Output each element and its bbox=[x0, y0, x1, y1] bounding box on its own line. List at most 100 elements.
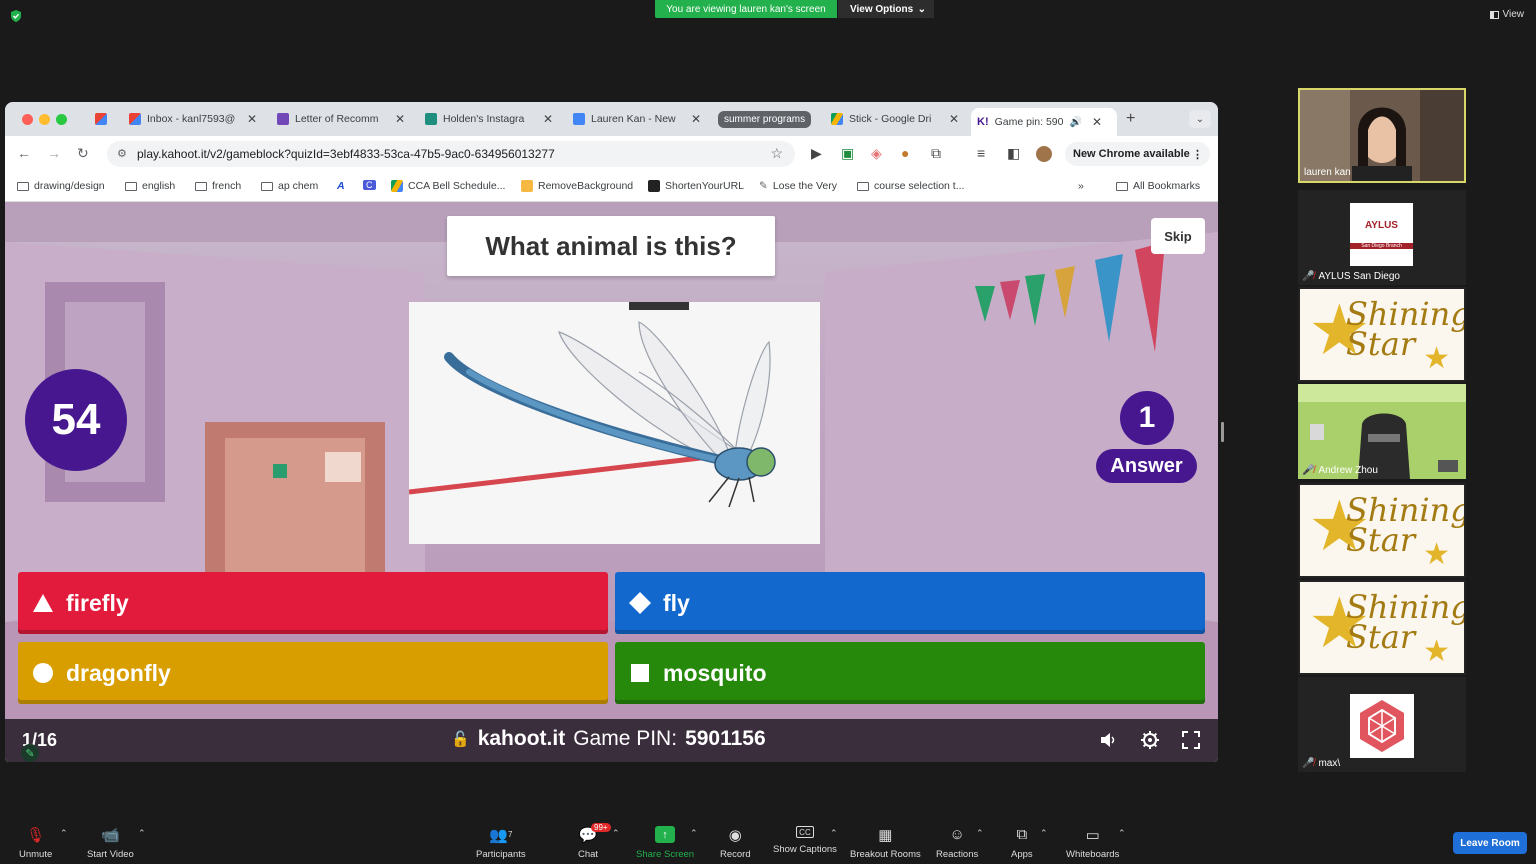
answer-option-firefly[interactable]: firefly bbox=[18, 572, 608, 634]
answers-count: 1 bbox=[1120, 391, 1174, 445]
tab-stick-drive[interactable]: Stick - Google Dri ✕ bbox=[825, 108, 965, 130]
whiteboards-options-caret-icon[interactable]: ⌃ bbox=[1118, 828, 1126, 839]
volume-icon[interactable] bbox=[1098, 730, 1118, 750]
maximize-window-icon[interactable] bbox=[56, 114, 67, 125]
bookmark-label: course selection t... bbox=[874, 180, 965, 192]
bookmark-star-icon[interactable]: ☆ bbox=[770, 145, 783, 162]
apps-button[interactable]: ⧉ Apps bbox=[1011, 826, 1033, 860]
share-screen-button[interactable]: ↑ Share Screen bbox=[636, 826, 694, 860]
new-chrome-available-button[interactable]: New Chrome available ⋮ bbox=[1065, 142, 1210, 166]
unmute-button[interactable]: 🎙 Unmute bbox=[19, 826, 53, 861]
participant-tile-shining-star-1[interactable]: ★ ★ Shining Star bbox=[1298, 287, 1466, 382]
apps-options-caret-icon[interactable]: ⌃ bbox=[1040, 828, 1048, 839]
tab-inbox[interactable]: Inbox - kanl7593@ ✕ bbox=[123, 108, 263, 130]
annotate-pencil-icon[interactable]: ✎ bbox=[21, 744, 39, 762]
leave-room-button[interactable]: Leave Room bbox=[1453, 832, 1527, 854]
bookmark-a-icon[interactable]: A bbox=[337, 180, 345, 192]
removebg-icon bbox=[521, 180, 533, 192]
bookmark-label: english bbox=[142, 180, 176, 192]
participant-tile-max[interactable]: 🎤̸ max\ bbox=[1298, 677, 1466, 772]
view-options-button[interactable]: View Options ⌄ bbox=[838, 0, 934, 18]
close-window-icon[interactable] bbox=[22, 114, 33, 125]
close-tab-icon[interactable]: ✕ bbox=[691, 112, 701, 126]
share-options-caret-icon[interactable]: ⌃ bbox=[690, 828, 698, 839]
close-tab-icon[interactable]: ✕ bbox=[247, 112, 257, 126]
extension-red-icon[interactable]: ◈ bbox=[871, 145, 882, 162]
participant-tile-andrew[interactable]: 🎤̸ Andrew Zhou bbox=[1298, 384, 1466, 479]
security-shield-icon[interactable] bbox=[9, 9, 23, 23]
folder-icon bbox=[17, 181, 29, 191]
bookmark-ap-chem[interactable]: ap chem bbox=[261, 180, 318, 192]
start-video-button[interactable]: 📹 Start Video bbox=[87, 826, 134, 861]
panel-resize-handle[interactable] bbox=[1221, 422, 1224, 442]
participant-tile-shining-star-3[interactable]: ★ ★ Shining Star bbox=[1298, 580, 1466, 675]
tab-holden[interactable]: Holden's Instagra ✕ bbox=[419, 108, 559, 130]
bookmark-french[interactable]: french bbox=[195, 180, 241, 192]
answer-option-fly[interactable]: fly bbox=[615, 572, 1205, 634]
bookmark-lose-the-very[interactable]: ✎ Lose the Very bbox=[759, 180, 837, 192]
skip-button[interactable]: Skip bbox=[1151, 218, 1205, 254]
whiteboards-button[interactable]: ▭ Whiteboards bbox=[1066, 826, 1119, 861]
tab-kahoot-game[interactable]: K! Game pin: 590 🔊 ✕ bbox=[971, 108, 1117, 136]
bookmark-drawing-design[interactable]: drawing/design bbox=[17, 180, 105, 192]
close-tab-icon[interactable]: ✕ bbox=[949, 112, 959, 126]
tab-gmail-pinned[interactable] bbox=[89, 108, 119, 130]
extension-honey-icon[interactable]: ● bbox=[901, 145, 909, 161]
extension-green-icon[interactable]: ▣ bbox=[841, 145, 854, 162]
record-icon: ◉ bbox=[728, 826, 742, 844]
video-options-caret-icon[interactable]: ⌃ bbox=[138, 828, 146, 839]
fullscreen-icon[interactable] bbox=[1181, 730, 1201, 750]
bookmark-label: Lose the Very bbox=[772, 180, 838, 192]
participant-tile-shining-star-2[interactable]: ★ ★ Shining Star bbox=[1298, 483, 1466, 578]
bookmark-c-icon[interactable]: C bbox=[363, 180, 376, 190]
bookmark-english[interactable]: english bbox=[125, 180, 175, 192]
close-tab-icon[interactable]: ✕ bbox=[543, 112, 553, 126]
new-tab-icon[interactable]: + bbox=[1126, 110, 1135, 128]
tab-group-summer-programs[interactable]: summer programs bbox=[718, 111, 812, 128]
record-button[interactable]: ◉ Record bbox=[720, 826, 751, 861]
address-toolbar: ← → ↻ ⚙ play.kahoot.it/v2/gameblock?quiz… bbox=[5, 136, 1218, 172]
reload-icon[interactable]: ↻ bbox=[77, 145, 89, 162]
tab-letter[interactable]: Letter of Recomm ✕ bbox=[271, 108, 411, 130]
profile-avatar[interactable] bbox=[1036, 146, 1052, 162]
participant-tile-aylus[interactable]: AYLUS San Diego Branch 🎤̸ AYLUS San Diego bbox=[1298, 190, 1466, 285]
forward-arrow-icon[interactable]: → bbox=[47, 145, 61, 161]
extension-cursor-icon[interactable]: ▶ bbox=[811, 145, 822, 162]
tab-lauren-doc[interactable]: Lauren Kan - New ✕ bbox=[567, 108, 707, 130]
settings-gear-icon[interactable] bbox=[1140, 730, 1160, 750]
unmute-label: Unmute bbox=[19, 849, 53, 860]
bookmarks-bar: drawing/design english french ap chem A … bbox=[5, 172, 1218, 202]
answer-option-mosquito[interactable]: mosquito bbox=[615, 642, 1205, 704]
reactions-options-caret-icon[interactable]: ⌃ bbox=[976, 828, 984, 839]
participants-icon: 👥 7 bbox=[489, 826, 513, 844]
breakout-rooms-button[interactable]: ▦ Breakout Rooms bbox=[850, 826, 921, 861]
tab-search-icon[interactable]: ⌄ bbox=[1189, 110, 1211, 128]
site-settings-icon[interactable]: ⚙ bbox=[117, 147, 127, 160]
kebab-menu-icon[interactable]: ⋮ bbox=[1192, 148, 1203, 161]
close-tab-icon[interactable]: ✕ bbox=[1092, 115, 1102, 129]
bookmark-shortenyoururl[interactable]: ShortenYourURL bbox=[648, 180, 744, 192]
bookmark-cca-bell[interactable]: CCA Bell Schedule... bbox=[391, 180, 505, 192]
bookmark-removebackground[interactable]: RemoveBackground bbox=[521, 180, 633, 192]
show-captions-button[interactable]: CC Show Captions bbox=[773, 826, 837, 855]
close-tab-icon[interactable]: ✕ bbox=[395, 112, 405, 126]
speaker-icon[interactable]: 🔊 bbox=[1070, 117, 1082, 128]
side-panel-icon[interactable]: ◧ bbox=[1007, 145, 1020, 162]
media-control-icon[interactable]: ≡ bbox=[977, 145, 985, 161]
extensions-puzzle-icon[interactable]: ⧉ bbox=[931, 145, 941, 162]
minimize-window-icon[interactable] bbox=[39, 114, 50, 125]
view-button[interactable]: View bbox=[1489, 9, 1524, 20]
bookmark-course-selection[interactable]: course selection t... bbox=[857, 180, 964, 192]
answer-option-dragonfly[interactable]: dragonfly bbox=[18, 642, 608, 704]
participant-tile-lauren[interactable]: lauren kan bbox=[1298, 88, 1466, 183]
more-bookmarks-icon[interactable]: » bbox=[1078, 180, 1084, 192]
participants-button[interactable]: 👥 7 Participants bbox=[476, 826, 526, 861]
captions-options-caret-icon[interactable]: ⌃ bbox=[830, 828, 838, 839]
all-bookmarks-button[interactable]: All Bookmarks bbox=[1116, 180, 1200, 192]
audio-options-caret-icon[interactable]: ⌃ bbox=[60, 828, 68, 839]
chat-options-caret-icon[interactable]: ⌃ bbox=[612, 828, 620, 839]
classroom-icon bbox=[425, 113, 437, 125]
back-arrow-icon[interactable]: ← bbox=[17, 145, 31, 161]
reactions-button[interactable]: ☺ Reactions bbox=[936, 826, 978, 860]
url-bar[interactable]: ⚙ play.kahoot.it/v2/gameblock?quizId=3eb… bbox=[107, 141, 795, 167]
